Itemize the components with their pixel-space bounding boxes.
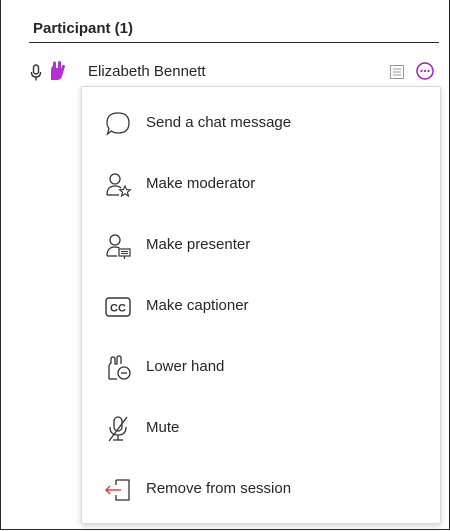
mute-icon <box>104 415 132 443</box>
participants-section-header: Participant (1) <box>33 20 134 37</box>
captioner-icon: CC <box>104 293 132 321</box>
raised-hand-icon <box>47 60 67 82</box>
participant-options-menu: Send a chat message Make moderator Make … <box>81 86 441 524</box>
menu-item-label: Make moderator <box>146 175 256 192</box>
menu-item-send-chat[interactable]: Send a chat message <box>82 97 440 151</box>
lower-hand-icon <box>104 354 132 382</box>
menu-item-label: Remove from session <box>146 480 292 497</box>
menu-item-label: Mute <box>146 419 180 436</box>
menu-item-make-captioner[interactable]: CC Make captioner <box>82 280 440 334</box>
chat-bubble-icon <box>104 110 132 138</box>
presenter-icon <box>104 232 132 260</box>
menu-item-mute[interactable]: Mute <box>82 402 440 456</box>
moderator-icon <box>104 171 132 199</box>
participant-row[interactable]: Elizabeth Bennett <box>23 55 443 89</box>
header-divider <box>29 42 439 43</box>
more-options-icon <box>416 62 434 80</box>
menu-item-label: Make captioner <box>146 297 249 314</box>
remove-icon <box>104 476 132 504</box>
svg-text:CC: CC <box>110 303 126 315</box>
list-icon[interactable] <box>389 64 405 80</box>
menu-item-remove-from-session[interactable]: Remove from session <box>82 463 440 517</box>
more-options-button[interactable] <box>415 61 435 81</box>
menu-item-make-moderator[interactable]: Make moderator <box>82 158 440 212</box>
menu-item-lower-hand[interactable]: Lower hand <box>82 341 440 395</box>
participant-name: Elizabeth Bennett <box>88 63 206 80</box>
microphone-icon[interactable] <box>30 64 42 82</box>
menu-item-label: Lower hand <box>146 358 225 375</box>
participants-panel: Participant (1) Elizabeth Bennett Send a… <box>0 0 450 530</box>
menu-item-label: Send a chat message <box>146 114 292 131</box>
menu-item-make-presenter[interactable]: Make presenter <box>82 219 440 273</box>
menu-item-label: Make presenter <box>146 236 251 253</box>
